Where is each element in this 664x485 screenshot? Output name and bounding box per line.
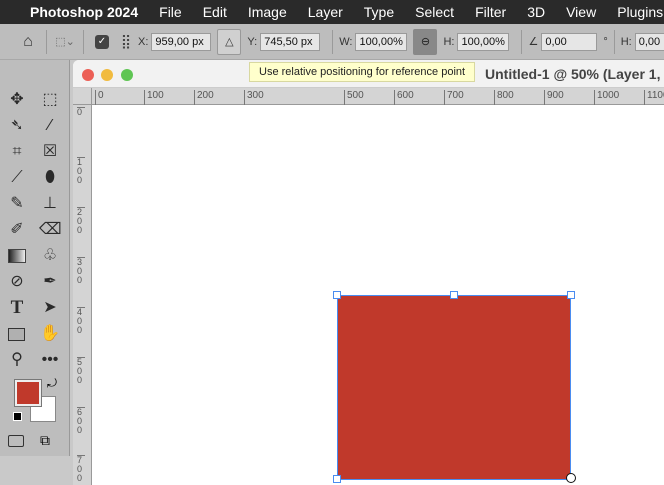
vertical-ruler[interactable]: 0 100 200 300 400 500 600 700	[73, 105, 92, 485]
y-label: Y:	[247, 35, 258, 48]
reference-point-icon[interactable]: ⣿	[114, 29, 138, 55]
ruler-label: 200	[77, 207, 85, 235]
magic-wand-icon[interactable]: ⁄	[39, 115, 61, 137]
menu-file[interactable]: File	[159, 4, 182, 20]
options-bar: ⌂ ⬚⌄ ✓ ⣿ X: 959,00 px △ Y: 745,50 px W: …	[0, 24, 664, 60]
brush-tool-icon[interactable]: ✎	[6, 193, 28, 215]
ruler-label: 600	[77, 407, 85, 435]
stamp-tool-icon[interactable]: ⊥	[39, 193, 61, 215]
menu-filter[interactable]: Filter	[475, 4, 506, 20]
transform-handle[interactable]	[333, 291, 341, 299]
ruler-label: 300	[77, 257, 85, 285]
menu-bar: Photoshop 2024 File Edit Image Layer Typ…	[0, 0, 664, 24]
x-label: X:	[138, 35, 149, 48]
menu-plugins[interactable]: Plugins	[617, 4, 663, 20]
screen-mode-icon[interactable]: ⧉	[40, 432, 50, 449]
type-tool-icon[interactable]: T	[6, 297, 28, 319]
ruler-label: 1100	[644, 90, 664, 105]
toolbox: ✥ ⬚ ➴ ⁄ ⌗ ☒ ⟋ ⬮ ✎ ⊥ ✐ ⌫ ♧ ⊘ ✒ T ➤ ✋ ⚲ ••…	[0, 60, 70, 456]
marquee-tool-icon[interactable]: ⬚	[39, 89, 61, 111]
swap-colors-icon[interactable]: ⤾	[47, 376, 57, 391]
move-tool-icon[interactable]: ✥	[6, 89, 28, 111]
document-window: Untitled-1 @ 50% (Layer 1, RGB/8) 0 100 …	[73, 60, 664, 485]
dodge-tool-icon[interactable]: ⊘	[6, 271, 28, 293]
gradient-tool-icon[interactable]	[6, 245, 28, 267]
healing-brush-icon[interactable]: ⬮	[39, 167, 61, 189]
menu-type[interactable]: Type	[364, 4, 394, 20]
angle-input[interactable]: 0,00	[541, 32, 598, 51]
ruler-label: 800	[494, 90, 514, 105]
ruler-label: 300	[244, 90, 264, 105]
zoom-tool-icon[interactable]: ⚲	[6, 349, 28, 371]
red-rectangle-layer[interactable]	[333, 291, 576, 483]
ruler-origin[interactable]	[73, 88, 92, 105]
ruler-label: 200	[194, 90, 214, 105]
path-selection-icon[interactable]: ➤	[39, 297, 61, 319]
frame-tool-icon[interactable]: ☒	[39, 141, 61, 163]
transform-preset-icon[interactable]: ⬚⌄	[53, 29, 77, 55]
lasso-tool-icon[interactable]: ➴	[6, 115, 28, 137]
w-input[interactable]: 100,00%	[355, 32, 408, 51]
horizontal-ruler[interactable]: 0 100 200 300 500 600 700 800 900 1000 1…	[92, 88, 664, 105]
home-icon[interactable]: ⌂	[16, 29, 40, 55]
hand-tool-icon[interactable]: ✋	[39, 323, 61, 345]
transform-handle[interactable]	[567, 291, 575, 299]
menu-select[interactable]: Select	[415, 4, 454, 20]
transform-handle[interactable]	[450, 291, 458, 299]
degree-label: °	[603, 35, 608, 48]
zoom-icon[interactable]	[121, 69, 133, 81]
reference-point-icon[interactable]	[566, 473, 576, 483]
x-input[interactable]: 959,00 px	[151, 32, 212, 51]
menu-edit[interactable]: Edit	[203, 4, 227, 20]
ruler-label: 500	[77, 357, 85, 385]
ruler-label: 900	[544, 90, 564, 105]
link-icon[interactable]: ⊖	[413, 28, 438, 55]
menu-image[interactable]: Image	[248, 4, 287, 20]
document-title: Untitled-1 @ 50% (Layer 1, RGB/8)	[485, 66, 664, 82]
menu-layer[interactable]: Layer	[308, 4, 343, 20]
ruler-label: 400	[77, 307, 85, 335]
history-brush-icon[interactable]: ✐	[6, 219, 28, 241]
ruler-label: 0	[77, 107, 85, 117]
eyedropper-icon[interactable]: ⟋	[6, 167, 28, 189]
transform-handle[interactable]	[333, 475, 341, 483]
h-input[interactable]: 100,00%	[457, 32, 510, 51]
h-label: H:	[443, 35, 455, 48]
menu-view[interactable]: View	[566, 4, 596, 20]
ruler-label: 1000	[594, 90, 619, 105]
quick-mask-icon[interactable]	[8, 435, 24, 447]
ruler-label: 100	[144, 90, 164, 105]
default-colors-icon[interactable]	[13, 412, 22, 421]
pen-tool-icon[interactable]: ✒	[39, 271, 61, 293]
tooltip: Use relative positioning for reference p…	[249, 62, 475, 82]
ruler-label: 500	[344, 90, 364, 105]
ruler-label: 700	[444, 90, 464, 105]
ruler-label: 700	[77, 455, 85, 483]
canvas[interactable]	[93, 106, 664, 485]
y-input[interactable]: 745,50 px	[260, 32, 321, 51]
rectangle-tool-icon[interactable]	[6, 323, 28, 345]
relative-position-button[interactable]: △	[217, 28, 242, 55]
crop-tool-icon[interactable]: ⌗	[6, 141, 28, 163]
menu-app[interactable]: Photoshop 2024	[30, 4, 138, 20]
angle-icon: ∠	[528, 36, 539, 48]
close-icon[interactable]	[82, 69, 94, 81]
show-transform-checkbox[interactable]: ✓	[90, 29, 114, 55]
w-label: W:	[339, 35, 353, 48]
ruler-label: 600	[394, 90, 414, 105]
eraser-icon[interactable]: ⌫	[39, 219, 62, 241]
minimize-icon[interactable]	[101, 69, 113, 81]
h-skew-label: H:	[620, 35, 632, 48]
smudge-tool-icon[interactable]: ♧	[39, 245, 61, 267]
ruler-label: 100	[77, 157, 85, 185]
more-tools-icon[interactable]: •••	[39, 349, 61, 371]
foreground-color-swatch[interactable]	[14, 379, 42, 407]
h-skew-input[interactable]: 0,00	[634, 32, 664, 51]
ruler-label: 0	[95, 90, 104, 105]
menu-3d[interactable]: 3D	[527, 4, 545, 20]
